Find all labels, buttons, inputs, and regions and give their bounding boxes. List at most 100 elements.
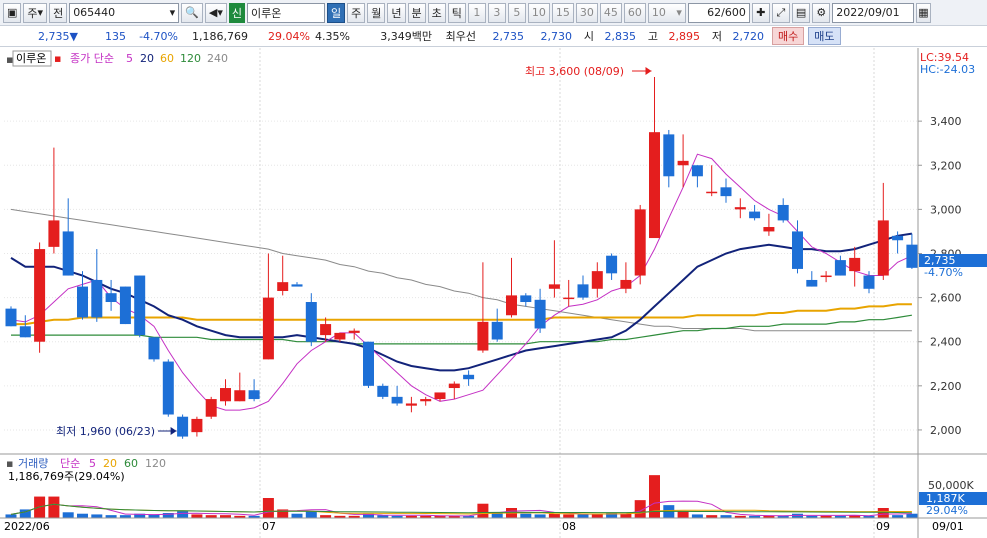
volume-summary: 1,186,769주(29.04%) — [8, 470, 125, 483]
quote-turnover: 29.04% — [268, 29, 310, 43]
range-field[interactable]: 62/600 — [687, 2, 750, 23]
candle-body — [5, 308, 17, 327]
candle-body — [48, 220, 60, 247]
low-value: 2,720 — [732, 29, 765, 43]
tab-period-year[interactable]: 년 — [387, 2, 406, 23]
ma120-label: 120 — [180, 52, 201, 65]
chevron-down-icon: ▾ — [676, 6, 682, 19]
code-input[interactable]: 065440 ▾ — [69, 2, 180, 23]
volume-y-tick: 50,000K — [928, 479, 974, 492]
minute-option-15[interactable]: 15 — [551, 2, 574, 23]
minute-option-5[interactable]: 5 — [507, 2, 526, 23]
legend-close-icon[interactable]: ▪ — [54, 52, 61, 65]
minute-option-10[interactable]: 10 — [527, 2, 550, 23]
best-bid: 2,730 — [540, 29, 573, 43]
x-right-label: 09/01 — [932, 520, 964, 533]
tab-period-month[interactable]: 월 — [367, 2, 386, 23]
x-label-jul: 07 — [262, 520, 276, 533]
period-unit-select[interactable]: 주 ▾ — [23, 2, 48, 23]
quote-volume: 1,186,769 — [192, 29, 248, 43]
current-volume-pct: 29.04% — [926, 504, 968, 517]
candle-body — [734, 207, 746, 210]
candle-body — [577, 284, 589, 298]
minute-option-3[interactable]: 3 — [487, 2, 506, 23]
ma-label: 종가 단순 — [70, 52, 114, 65]
volume-ma-label: 단순 — [60, 457, 80, 470]
menu-icon[interactable]: ▪ — [6, 53, 13, 66]
tab-period-second[interactable]: 초 — [427, 2, 446, 23]
volume-bar — [906, 513, 918, 518]
candle-body — [506, 295, 517, 316]
candle-body — [348, 330, 360, 333]
candle-body — [606, 255, 618, 274]
candle-body — [649, 132, 660, 239]
candle-body — [820, 275, 832, 278]
candle-body — [706, 191, 718, 194]
low-label: 저 — [711, 30, 722, 43]
best-ask: 2,735 — [492, 29, 525, 43]
minute-option-1[interactable]: 1 — [467, 2, 486, 23]
quote-price: 2,735▼ — [0, 30, 78, 43]
x-label-sep: 09 — [876, 520, 890, 533]
candle-body — [663, 134, 675, 177]
code-value: 065440 — [73, 6, 116, 19]
speaker-icon[interactable]: ◀▾ — [204, 2, 227, 23]
volume-bar — [677, 511, 689, 518]
volume-bar — [305, 511, 317, 518]
candle-body — [148, 337, 160, 360]
sell-button[interactable]: 매도 — [808, 27, 841, 45]
gear-icon[interactable]: ⚙ — [812, 2, 831, 23]
line-tool-icon[interactable]: ⤢ — [771, 2, 790, 23]
tab-period-week[interactable]: 주 — [347, 2, 366, 23]
volume-bar — [291, 513, 303, 518]
count-select[interactable]: 10 ▾ — [647, 2, 686, 23]
layout-icon[interactable]: ▣ — [3, 2, 22, 23]
period-unit-label: 주 — [27, 6, 38, 20]
quote-pct2: 4.35% — [315, 29, 350, 43]
volume-bar — [191, 514, 203, 518]
volume-bar — [691, 514, 703, 518]
prev-button[interactable]: 전 — [49, 2, 68, 23]
crosshair-icon[interactable]: ✚ — [751, 2, 770, 23]
high-label: 고 — [647, 30, 658, 43]
candle-body — [620, 279, 632, 289]
hc-label: HC:-24.03 — [920, 63, 975, 76]
stock-name-field[interactable]: 이루온 — [247, 2, 325, 23]
candle-body — [34, 249, 46, 342]
volume-bar — [91, 514, 103, 518]
candle-body — [892, 235, 904, 241]
volume-bar — [534, 514, 546, 518]
y-tick-label: 2,400 — [930, 336, 962, 349]
candle-body — [62, 231, 74, 276]
count-value: 10 — [651, 6, 666, 19]
save-icon[interactable]: ▤ — [791, 2, 811, 23]
volume-bar — [520, 513, 532, 518]
minute-option-45[interactable]: 45 — [599, 2, 622, 23]
candle-body — [205, 399, 217, 417]
candle-body — [177, 416, 189, 437]
price-chart[interactable]: 3,4003,2003,0002,8002,6002,4002,2002,000… — [0, 48, 987, 538]
price-value: 2,735 — [38, 29, 70, 43]
search-icon[interactable]: 🔍 — [181, 2, 203, 23]
candle-body — [877, 220, 889, 276]
y-tick-label: 3,200 — [930, 159, 962, 172]
calendar-icon[interactable]: ▦ — [916, 2, 931, 23]
volume-bar — [877, 508, 889, 518]
candle-body — [463, 374, 475, 380]
quote-change: 135 — [105, 29, 126, 43]
buy-button[interactable]: 매수 — [772, 27, 805, 45]
minute-option-30[interactable]: 30 — [575, 2, 598, 23]
tab-period-day[interactable]: 일 — [327, 2, 346, 23]
volume-menu-icon[interactable]: ▪ — [6, 457, 13, 470]
minute-option-60[interactable]: 60 — [623, 2, 646, 23]
candle-body — [291, 284, 303, 287]
best-label: 최우선 — [445, 30, 476, 43]
tab-period-tick[interactable]: 틱 — [447, 2, 466, 23]
ma20-label: 20 — [140, 52, 154, 65]
candle-body — [19, 326, 31, 338]
date-field[interactable]: 2022/09/01 — [832, 2, 915, 23]
high-annotation: 최고 3,600 (08/09) — [525, 65, 624, 78]
tab-period-minute[interactable]: 분 — [407, 2, 426, 23]
open-value: 2,835 — [604, 29, 637, 43]
candle-body — [277, 282, 289, 291]
